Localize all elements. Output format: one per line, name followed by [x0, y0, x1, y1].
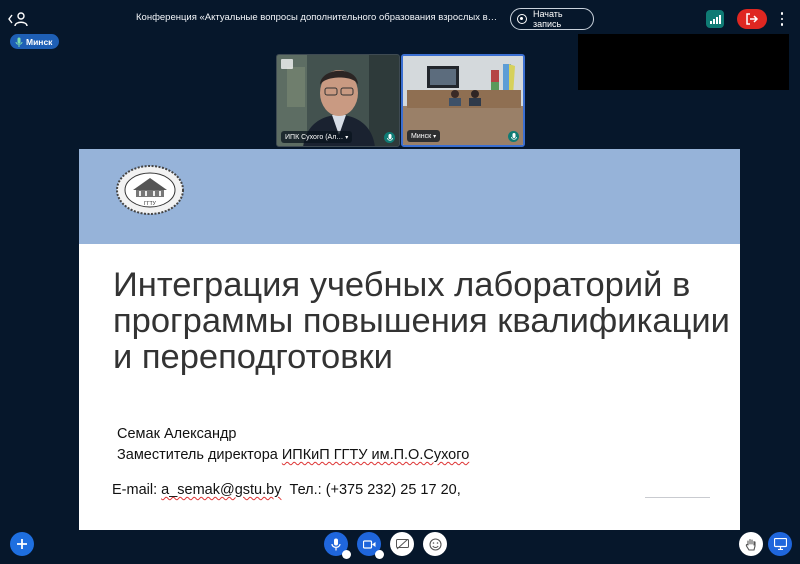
current-talker-badge[interactable]: Минск — [10, 34, 60, 49]
smile-icon — [428, 537, 442, 551]
bottom-action-bar — [0, 530, 800, 564]
webcam-username-text: Минск — [411, 132, 432, 140]
start-recording-button[interactable]: Начать запись — [510, 8, 594, 30]
slide-divider — [645, 497, 710, 498]
position-organization: ИПКиП ГГТУ им.П.О.Сухого — [281, 447, 470, 463]
users-icon — [8, 12, 28, 27]
share-webcam-button[interactable] — [357, 532, 384, 559]
microphone-icon — [384, 132, 395, 143]
microphone-icon — [15, 37, 23, 47]
webcam-username-text: ИПК Сухого (Ал… — [285, 133, 344, 141]
signal-icon — [709, 15, 721, 24]
audio-settings-toggle[interactable] — [342, 550, 351, 559]
reactions-button[interactable] — [423, 532, 447, 556]
slide-position: Заместитель директора ИПКиП ГГТУ им.П.О.… — [117, 447, 469, 463]
leave-meeting-button[interactable] — [737, 9, 767, 29]
chevron-down-icon: ▾ — [433, 133, 437, 140]
share-screen-button[interactable] — [390, 532, 414, 556]
redacted-area — [578, 34, 789, 90]
talker-name: Минск — [26, 36, 53, 47]
mute-button[interactable] — [324, 532, 351, 559]
more-options-button[interactable] — [778, 12, 786, 26]
microphone-icon — [331, 538, 341, 550]
phone-number: Тел.: (+375 232) 25 17 20, — [281, 482, 461, 498]
position-prefix: Заместитель директора — [117, 447, 282, 463]
plus-icon — [17, 539, 27, 549]
slide-author: Семак Александр — [117, 426, 237, 442]
slide-header-band: ГГТУ — [79, 149, 740, 244]
screen-share-icon — [281, 59, 293, 69]
presentation-toggle-button[interactable] — [768, 532, 792, 556]
email-label: E-mail: — [112, 482, 162, 498]
top-bar: Конференция «Актуальные вопросы дополнит… — [0, 0, 800, 38]
video-settings-toggle[interactable] — [375, 550, 384, 559]
raise-hand-button[interactable] — [739, 532, 763, 556]
university-logo: ГГТУ — [116, 165, 184, 215]
presentation-icon — [773, 538, 787, 550]
more-vertical-icon — [780, 12, 784, 26]
microphone-icon — [508, 131, 519, 142]
record-icon — [517, 14, 527, 24]
hand-icon — [745, 538, 756, 551]
users-toggle-button[interactable] — [8, 11, 30, 27]
screen-share-off-icon — [395, 538, 409, 549]
video-camera-icon — [362, 539, 375, 549]
webcam-username: Минск ▾ — [407, 130, 441, 142]
webcam-username: ИПК Сухого (Ал… ▾ — [281, 131, 353, 143]
meeting-title: Конференция «Актуальные вопросы дополнит… — [136, 12, 498, 23]
webcam-tile[interactable]: Минск ▾ — [401, 54, 525, 147]
actions-button[interactable] — [10, 532, 34, 556]
slide-title: Интеграция учебных лабораторий в програм… — [113, 266, 730, 376]
leave-icon — [746, 13, 759, 25]
connection-status-button[interactable] — [706, 10, 724, 28]
logo-text: ГГТУ — [144, 201, 156, 207]
webcam-tile[interactable]: ИПК Сухого (Ал… ▾ — [276, 54, 400, 147]
presentation-slide: ГГТУ Интеграция учебных лабораторий в пр… — [79, 149, 740, 530]
slide-contacts: E-mail: a_semak@gstu.by Тел.: (+375 232)… — [112, 482, 461, 498]
email-address: a_semak@gstu.by — [161, 482, 282, 498]
chevron-down-icon: ▾ — [345, 134, 349, 141]
record-label: Начать запись — [532, 9, 563, 29]
